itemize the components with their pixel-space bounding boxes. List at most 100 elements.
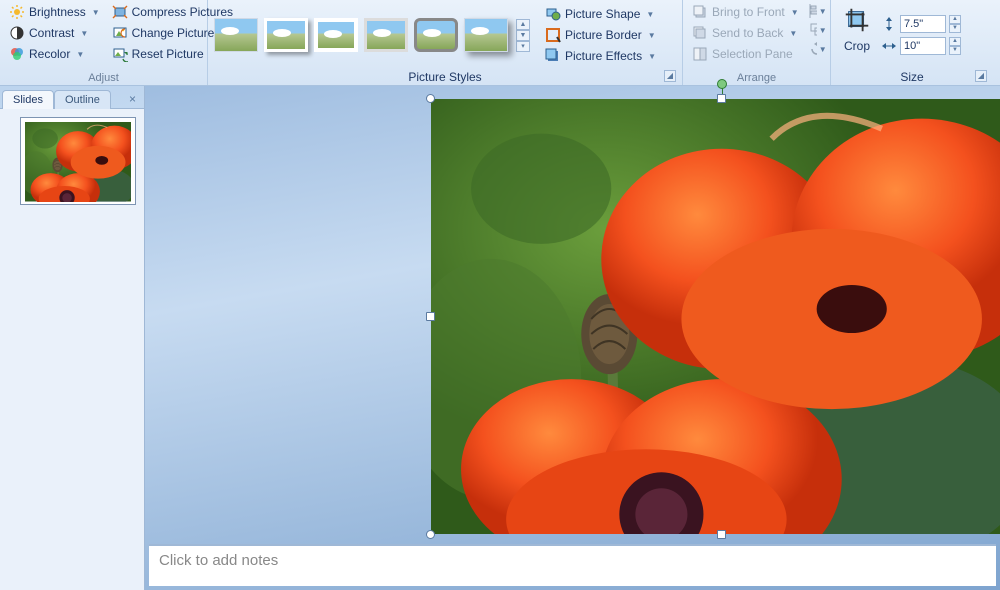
handle-top[interactable] (717, 94, 726, 103)
gallery-down[interactable]: ▼ (516, 30, 530, 41)
dropdown-icon: ▼ (819, 45, 827, 54)
height-input[interactable] (900, 15, 946, 33)
picture-shape-icon (545, 6, 561, 22)
style-thumb-6[interactable] (464, 18, 508, 52)
group-button[interactable]: ▼ (808, 21, 828, 39)
height-down[interactable]: ▼ (949, 24, 961, 33)
group-picture-styles: ▲ ▼ ▾ Picture Shape ▼ Picture Border ▼ Pic… (208, 0, 683, 85)
thumbnails: 1 (0, 108, 144, 590)
gallery-scroll: ▲ ▼ ▾ (516, 19, 530, 52)
ribbon: Brightness▼ Contrast▼ Recolor▼ Compress … (0, 0, 1000, 86)
style-thumb-3[interactable] (314, 18, 358, 52)
brightness-button[interactable]: Brightness ▼ (4, 2, 105, 22)
dropdown-icon: ▼ (791, 8, 799, 17)
tab-outline[interactable]: Outline (54, 90, 111, 109)
group-label-adjust: Adjust (4, 70, 203, 85)
height-icon (881, 16, 897, 32)
width-down[interactable]: ▼ (949, 46, 961, 55)
handle-left[interactable] (426, 312, 435, 321)
style-thumb-1[interactable] (214, 18, 258, 52)
change-picture-icon (112, 25, 128, 41)
workspace: Slides Outline × 1 (0, 86, 1000, 590)
dropdown-icon: ▼ (819, 7, 827, 16)
handle-top-left[interactable] (426, 94, 435, 103)
contrast-button[interactable]: Contrast ▼ (4, 23, 105, 43)
selection-pane-button[interactable]: Selection Pane (687, 44, 804, 64)
editor: Click to add notes (145, 86, 1000, 590)
panel-tabs: Slides Outline × (0, 86, 144, 108)
dropdown-icon: ▼ (92, 8, 100, 17)
picture-content (431, 99, 1000, 534)
picture-border-icon (545, 27, 561, 43)
width-icon (881, 38, 897, 54)
reset-picture-icon (112, 46, 128, 62)
dropdown-icon: ▼ (819, 26, 827, 35)
picture-shape-button[interactable]: Picture Shape ▼ (540, 4, 661, 24)
style-thumb-5[interactable] (414, 18, 458, 52)
recolor-label: Recolor (29, 47, 70, 61)
compress-icon (112, 4, 128, 20)
contrast-label: Contrast (29, 26, 74, 40)
bring-to-front-button[interactable]: Bring to Front▼ (687, 2, 804, 22)
style-gallery: ▲ ▼ ▾ (212, 14, 532, 56)
notes-pane[interactable]: Click to add notes (149, 544, 996, 586)
dropdown-icon: ▼ (646, 10, 654, 19)
panel-close[interactable]: × (125, 90, 140, 108)
height-up[interactable]: ▲ (949, 15, 961, 24)
brightness-icon (9, 4, 25, 20)
selection-pane-label: Selection Pane (712, 47, 793, 61)
gallery-up[interactable]: ▲ (516, 19, 530, 30)
send-back-label: Send to Back (712, 26, 783, 40)
send-to-back-button[interactable]: Send to Back ▼ (687, 23, 804, 43)
bring-front-icon (692, 4, 708, 20)
group-size: Crop ▲▼ ▲▼ Size◢ (831, 0, 993, 85)
dialog-launcher-styles[interactable]: ◢ (664, 70, 676, 82)
picture-effects-button[interactable]: Picture Effects ▼ (540, 46, 661, 66)
handle-bottom-left[interactable] (426, 530, 435, 539)
picture-border-label: Picture Border (565, 28, 642, 42)
slides-panel: Slides Outline × 1 (0, 86, 145, 590)
brightness-label: Brightness (29, 5, 86, 19)
crop-button[interactable]: Crop (835, 2, 879, 68)
selected-picture[interactable] (431, 99, 1000, 534)
rotation-handle[interactable] (717, 79, 727, 89)
picture-border-button[interactable]: Picture Border ▼ (540, 25, 661, 45)
group-label-styles: Picture Styles◢ (212, 68, 678, 85)
dropdown-icon: ▼ (789, 29, 797, 38)
style-thumb-4[interactable] (364, 18, 408, 52)
dialog-launcher-size[interactable]: ◢ (975, 70, 987, 82)
dropdown-icon: ▼ (80, 29, 88, 38)
tab-slides[interactable]: Slides (2, 90, 54, 109)
align-button[interactable]: ▼ (808, 2, 828, 20)
crop-label: Crop (844, 39, 870, 53)
width-control: ▲▼ (881, 37, 961, 55)
style-thumb-2[interactable] (264, 18, 308, 52)
slide-canvas[interactable] (145, 86, 1000, 544)
reset-picture-label: Reset Picture (132, 47, 204, 61)
dropdown-icon: ▼ (648, 31, 656, 40)
change-picture-label: Change Picture (132, 26, 215, 40)
group-label-size: Size◢ (835, 68, 989, 85)
rotate-button[interactable]: ▼ (808, 40, 828, 58)
group-adjust: Brightness▼ Contrast▼ Recolor▼ Compress … (0, 0, 208, 85)
handle-bottom[interactable] (717, 530, 726, 539)
slide-thumb-1[interactable]: 1 (6, 117, 138, 205)
group-label-arrange: Arrange (687, 70, 826, 85)
crop-icon (842, 5, 872, 35)
gallery-more[interactable]: ▾ (516, 41, 530, 52)
height-control: ▲▼ (881, 15, 961, 33)
recolor-icon (9, 46, 25, 62)
send-back-icon (692, 25, 708, 41)
thumbnail-image (25, 122, 131, 202)
picture-shape-label: Picture Shape (565, 7, 640, 21)
dropdown-icon: ▼ (648, 52, 656, 61)
picture-effects-label: Picture Effects (565, 49, 642, 63)
width-up[interactable]: ▲ (949, 37, 961, 46)
dropdown-icon: ▼ (76, 50, 84, 59)
recolor-button[interactable]: Recolor ▼ (4, 44, 105, 64)
contrast-icon (9, 25, 25, 41)
group-arrange: Bring to Front▼ Send to Back ▼ Selection … (683, 0, 831, 85)
selection-pane-icon (692, 46, 708, 62)
picture-effects-icon (545, 48, 561, 64)
width-input[interactable] (900, 37, 946, 55)
